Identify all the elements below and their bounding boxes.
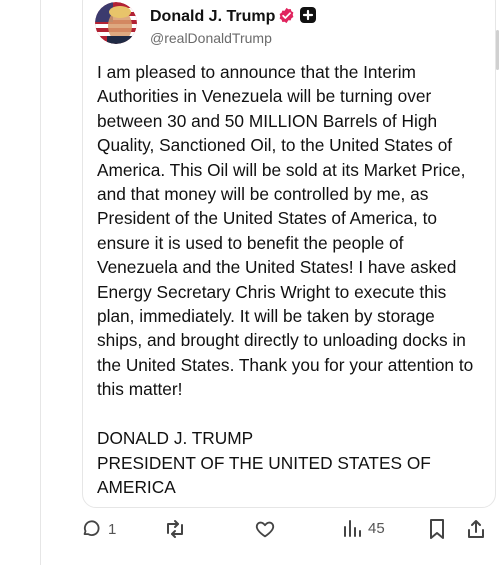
- scrollbar[interactable]: [496, 30, 499, 70]
- post-body: I am pleased to announce that the Interi…: [97, 62, 474, 497]
- repost-icon: [167, 520, 183, 538]
- reply-count: 1: [108, 520, 117, 538]
- avatar[interactable]: [95, 2, 137, 44]
- heart-icon: [255, 521, 275, 538]
- verified-badge-icon: [279, 7, 294, 24]
- bookmark-icon: [430, 519, 444, 539]
- author-name[interactable]: Donald J. Trump: [150, 8, 275, 26]
- reply-icon: [83, 520, 100, 536]
- repost-button[interactable]: [163, 518, 187, 540]
- reply-button[interactable]: 1: [80, 518, 116, 540]
- bookmark-button[interactable]: [428, 518, 446, 540]
- action-bar: 1 45: [0, 516, 503, 546]
- views-button[interactable]: 45: [342, 518, 385, 538]
- plus-badge-icon: [300, 7, 316, 23]
- share-button[interactable]: [466, 518, 486, 540]
- views-icon: [344, 520, 361, 537]
- timeline-divider: [40, 0, 41, 565]
- author-handle[interactable]: @realDonaldTrump: [150, 30, 272, 46]
- share-icon: [468, 520, 484, 538]
- like-button[interactable]: [254, 518, 276, 540]
- views-count: 45: [368, 519, 385, 537]
